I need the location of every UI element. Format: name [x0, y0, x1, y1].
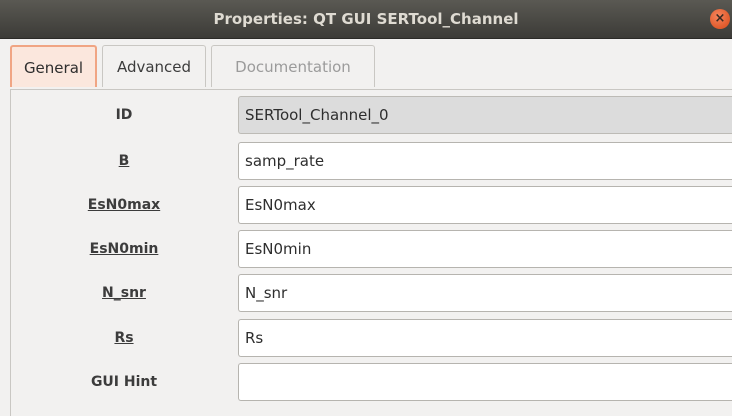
param-label-n-snr: N_snr	[102, 285, 146, 301]
tab-advanced[interactable]: Advanced	[102, 45, 206, 87]
param-row-n-snr: N_snr	[11, 270, 732, 316]
b-field[interactable]	[238, 142, 732, 180]
parameters-panel: ID B EsN0max EsN0min N_snr Rs GUI Hint	[10, 89, 732, 416]
esn0max-field[interactable]	[238, 186, 732, 224]
param-label-esn0min: EsN0min	[89, 241, 159, 257]
title-bar: Properties: QT GUI SERTool_Channel ×	[0, 0, 732, 39]
param-row-b: B	[11, 138, 732, 184]
gui-hint-field[interactable]	[238, 363, 732, 401]
param-label-esn0max: EsN0max	[87, 197, 161, 213]
id-field[interactable]	[238, 96, 732, 134]
tab-documentation: Documentation	[211, 45, 375, 87]
properties-dialog: Properties: QT GUI SERTool_Channel × Gen…	[0, 0, 732, 416]
n-snr-field[interactable]	[238, 274, 732, 312]
window-title: Properties: QT GUI SERTool_Channel	[213, 10, 519, 28]
tab-general[interactable]: General	[10, 45, 97, 87]
param-row-id: ID	[11, 92, 732, 138]
param-label-rs: Rs	[114, 330, 134, 346]
param-label-id: ID	[115, 107, 133, 123]
param-label-gui-hint: GUI Hint	[90, 374, 158, 390]
param-label-b: B	[118, 153, 130, 169]
param-row-esn0max: EsN0max	[11, 182, 732, 228]
param-row-gui-hint: GUI Hint	[11, 359, 732, 405]
close-icon[interactable]: ×	[710, 9, 730, 29]
param-row-esn0min: EsN0min	[11, 226, 732, 272]
param-row-rs: Rs	[11, 315, 732, 361]
rs-field[interactable]	[238, 319, 732, 357]
esn0min-field[interactable]	[238, 230, 732, 268]
